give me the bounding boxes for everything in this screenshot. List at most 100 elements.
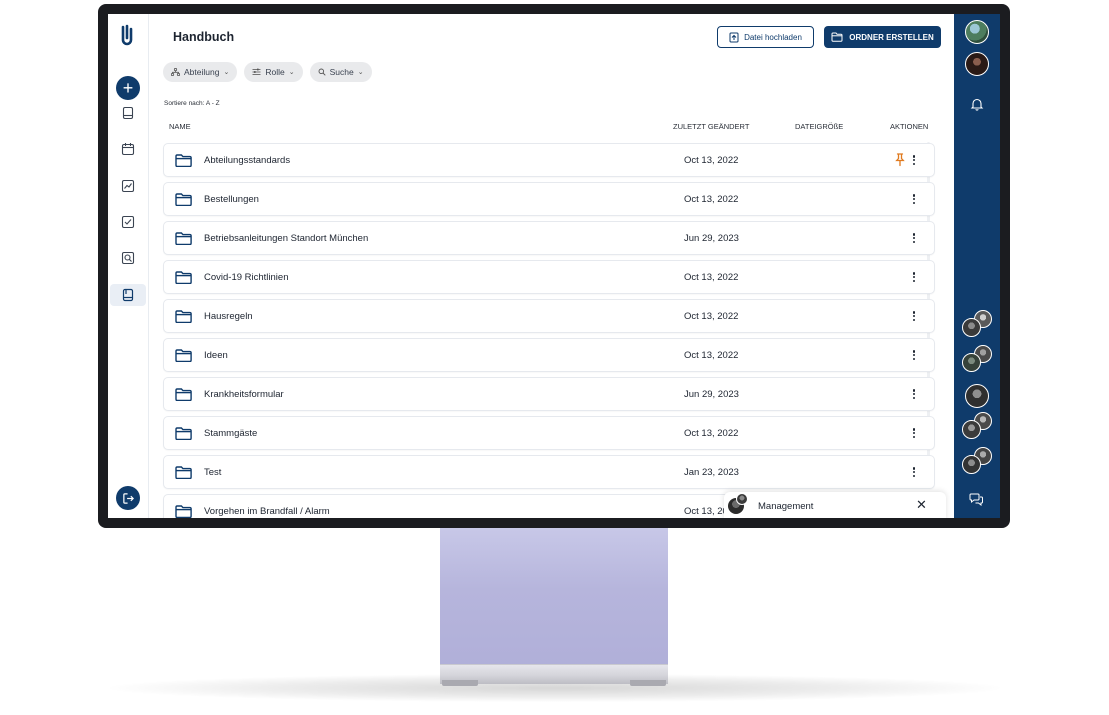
filter-department[interactable]: Abteilung ⌄	[163, 62, 238, 82]
table-row[interactable]: Test Jan 23, 2023	[163, 455, 935, 489]
create-folder-button[interactable]: ORDNER ERSTELLEN	[824, 26, 941, 48]
hierarchy-icon	[171, 68, 180, 76]
filter-role[interactable]: Rolle ⌄	[244, 62, 303, 82]
sidebar-item-reports[interactable]	[116, 175, 140, 197]
upload-file-label: Datei hochladen	[744, 32, 802, 42]
upload-file-button[interactable]: Datei hochladen	[717, 26, 814, 48]
more-actions-icon[interactable]	[911, 426, 917, 440]
more-actions-icon[interactable]	[911, 309, 917, 323]
app-screen: + Handbuch Datei hochladen ORDNER ERSTEL…	[108, 14, 1000, 518]
modified-date: Oct 13, 2022	[684, 194, 739, 205]
chevron-down-icon: ⌄	[288, 69, 295, 76]
table-row[interactable]: Stammgäste Oct 13, 2022	[163, 416, 935, 450]
folder-icon	[175, 349, 192, 362]
column-header-name[interactable]: NAME	[169, 122, 191, 131]
sidebar-item-handbook[interactable]	[110, 284, 146, 306]
chevron-down-icon: ⌄	[357, 69, 364, 76]
avatar[interactable]	[965, 52, 989, 76]
modified-date: Oct 13, 2022	[684, 428, 739, 439]
folder-icon	[175, 154, 192, 167]
table-row[interactable]: Ideen Oct 13, 2022	[163, 338, 935, 372]
more-actions-icon[interactable]	[911, 270, 917, 284]
sidebar-item-search-docs[interactable]	[116, 247, 140, 269]
chevron-down-icon: ⌄	[223, 69, 230, 76]
book-icon	[122, 106, 134, 120]
column-header-size[interactable]: DATEIGRÖßE	[795, 122, 843, 131]
table-row[interactable]: Krankheitsformular Jun 29, 2023	[163, 377, 935, 411]
folder-icon	[175, 310, 192, 323]
more-actions-icon[interactable]	[911, 192, 917, 206]
avatar	[736, 493, 748, 505]
chart-icon	[121, 179, 135, 193]
avatar[interactable]	[962, 420, 981, 439]
folder-name[interactable]: Test	[204, 467, 221, 478]
avatar[interactable]	[965, 384, 989, 408]
folder-name[interactable]: Betriebsanleitungen Standort München	[204, 233, 368, 244]
avatar[interactable]	[962, 353, 981, 372]
logout-icon	[122, 492, 134, 504]
modified-date: Jan 23, 2023	[684, 467, 739, 478]
folder-icon	[175, 193, 192, 206]
search-icon	[318, 68, 326, 76]
table-row[interactable]: Bestellungen Oct 13, 2022	[163, 182, 935, 216]
sidebar-item-calendar[interactable]	[116, 138, 140, 160]
folder-name[interactable]: Krankheitsformular	[204, 389, 284, 400]
folder-name[interactable]: Ideen	[204, 350, 228, 361]
folder-name[interactable]: Hausregeln	[204, 311, 253, 322]
chat-popup[interactable]: Management ✕	[724, 492, 946, 518]
more-actions-icon[interactable]	[911, 231, 917, 245]
pin-icon[interactable]	[895, 153, 905, 167]
folder-name[interactable]: Bestellungen	[204, 194, 259, 205]
modified-date: Oct 13, 2022	[684, 155, 739, 166]
folder-name[interactable]: Stammgäste	[204, 428, 257, 439]
more-actions-icon[interactable]	[911, 348, 917, 362]
main-content: Handbuch Datei hochladen ORDNER ERSTELLE…	[149, 14, 954, 518]
close-icon[interactable]: ✕	[916, 498, 927, 511]
sliders-icon	[252, 68, 261, 75]
avatar[interactable]	[965, 20, 989, 44]
modified-date: Jun 29, 2023	[684, 233, 739, 244]
sidebar-item-book[interactable]	[116, 102, 140, 124]
more-actions-icon[interactable]	[911, 387, 917, 401]
table-row[interactable]: Covid-19 Richtlinien Oct 13, 2022	[163, 260, 935, 294]
folder-icon	[175, 505, 192, 518]
bell-icon[interactable]	[970, 97, 984, 111]
table-header: NAME ZULETZT GEÄNDERT DATEIGRÖßE AKTIONE…	[163, 122, 937, 136]
folder-name[interactable]: Abteilungsstandards	[204, 155, 290, 166]
folder-icon	[831, 32, 843, 42]
app-logo	[121, 24, 133, 46]
filter-bar: Abteilung ⌄ Rolle ⌄ Suche ⌄	[163, 62, 372, 82]
table-row[interactable]: Hausregeln Oct 13, 2022	[163, 299, 935, 333]
chat-popup-title: Management	[758, 501, 814, 512]
right-sidebar	[954, 14, 1000, 518]
monitor-stand	[440, 527, 668, 683]
folder-icon	[175, 232, 192, 245]
column-header-modified[interactable]: ZULETZT GEÄNDERT	[673, 122, 749, 131]
table-row[interactable]: Betriebsanleitungen Standort München Jun …	[163, 221, 935, 255]
folder-icon	[175, 466, 192, 479]
folder-icon	[175, 427, 192, 440]
logout-button[interactable]	[116, 486, 140, 510]
folder-name[interactable]: Covid-19 Richtlinien	[204, 272, 288, 283]
more-actions-icon[interactable]	[911, 465, 917, 479]
column-header-actions: AKTIONEN	[890, 122, 929, 131]
upload-icon	[729, 32, 739, 42]
monitor-frame: + Handbuch Datei hochladen ORDNER ERSTEL…	[98, 4, 1010, 528]
filter-search[interactable]: Suche ⌄	[309, 62, 372, 82]
sidebar-item-tasks[interactable]	[116, 211, 140, 233]
chat-icon[interactable]	[969, 491, 984, 506]
table-row[interactable]: Abteilungsstandards Oct 13, 2022	[163, 143, 935, 177]
filter-department-label: Abteilung	[184, 67, 220, 77]
add-button[interactable]: +	[116, 76, 140, 100]
handbook-icon	[122, 288, 134, 302]
create-folder-label: ORDNER ERSTELLEN	[849, 32, 934, 42]
checklist-icon	[121, 215, 135, 229]
more-actions-icon[interactable]	[911, 153, 917, 167]
avatar[interactable]	[962, 455, 981, 474]
modified-date: Oct 13, 2022	[684, 311, 739, 322]
modified-date: Oct 13, 2022	[684, 350, 739, 361]
folder-name[interactable]: Vorgehen im Brandfall / Alarm	[204, 506, 330, 517]
avatar[interactable]	[962, 318, 981, 337]
calendar-icon	[121, 143, 135, 156]
sort-indicator[interactable]: Sortiere nach: A - Z	[164, 100, 220, 107]
